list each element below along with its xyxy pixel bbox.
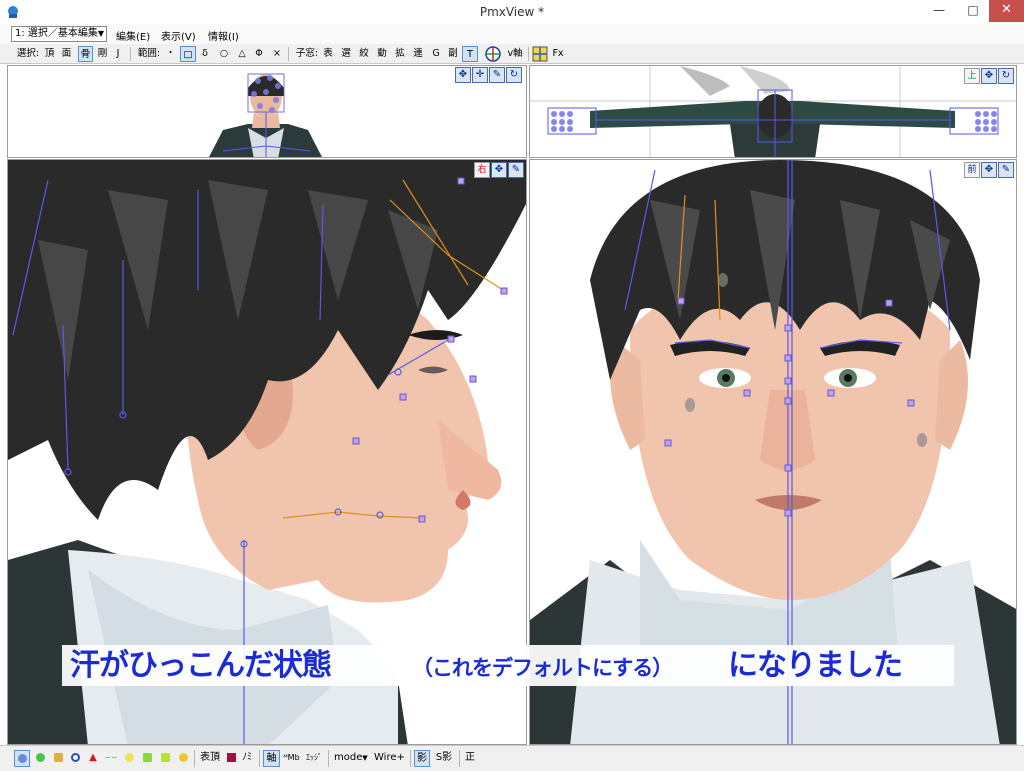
child-filter-button[interactable]: 絞 <box>358 46 370 62</box>
model-top-render <box>530 66 1016 157</box>
status-divider <box>194 750 195 767</box>
v-axis-button[interactable]: v軸 <box>505 46 525 62</box>
self-shadow-button[interactable]: S影 <box>433 750 455 767</box>
close-button[interactable]: ✕ <box>989 0 1024 22</box>
child-window-label: 子窓: <box>295 48 319 59</box>
status-divider <box>328 750 329 767</box>
child-select-button[interactable]: 選 <box>340 46 352 62</box>
select-label: 選択: <box>16 48 40 59</box>
vertex-mode-button[interactable] <box>14 750 30 767</box>
menu-bar: 1: 選択／基本編集 ▼ 編集(E) 表示(V) 情報(I) <box>0 24 1024 44</box>
viewport-controls-back: ✥ ✛ ✎ ↻ <box>455 67 522 83</box>
select-vertex-button[interactable]: 頂 <box>43 46 56 62</box>
caption-end: になりました <box>728 648 903 683</box>
edge-button[interactable]: ｴｯｼﾞ <box>303 750 325 767</box>
axis-gizmo-icon[interactable] <box>485 46 501 62</box>
axis-button[interactable]: 軸 <box>263 750 280 767</box>
child-move-button[interactable]: 動 <box>376 46 388 62</box>
caption-main: 汗がひっこんだ状態 <box>70 648 332 683</box>
viewport-top-left[interactable] <box>7 65 527 158</box>
rotate-icon[interactable]: ↻ <box>998 68 1014 84</box>
model-bust-render <box>209 73 322 157</box>
green-dot-icon[interactable] <box>33 750 47 767</box>
range-rect-button[interactable]: □ <box>180 46 196 62</box>
triangle-icon[interactable]: ▲ <box>86 750 100 767</box>
grid-small-icon[interactable] <box>51 750 65 767</box>
lime-icon[interactable] <box>140 750 154 767</box>
pen-icon[interactable]: ✎ <box>489 67 505 83</box>
status-divider <box>410 750 411 767</box>
correct-button[interactable]: 正 <box>463 750 477 767</box>
move-icon[interactable]: ✥ <box>981 68 997 84</box>
toolbar: 選択: 頂 面 骨 剛 J 範囲: ・ □ δ ○ △ Φ × 子窓: 表 選 … <box>0 44 1024 64</box>
wire-button[interactable]: Wire+ <box>374 750 405 767</box>
target-icon[interactable] <box>68 750 82 767</box>
caption-paren: （これをデフォルトにする） <box>412 656 673 680</box>
rotate-icon[interactable]: ↻ <box>506 67 522 83</box>
status-bar: ▲ ~~ 表頂 ﾉﾐ 軸 ᴹMb ｴｯｼﾞ mode ▼ Wire+ 影 S影 … <box>0 745 1024 771</box>
fx-button[interactable]: Fx <box>551 46 565 62</box>
range-delta-button[interactable]: δ <box>199 46 211 62</box>
color-swatch[interactable] <box>225 750 237 767</box>
select-joint-button[interactable]: J <box>113 46 123 62</box>
pen-icon[interactable]: ✎ <box>998 162 1014 178</box>
toolbar-divider <box>528 47 529 61</box>
child-sub-button[interactable]: 副 <box>447 46 459 62</box>
child-group-button[interactable]: G <box>430 46 442 62</box>
range-point-button[interactable]: ・ <box>165 46 176 62</box>
caption-overlay: 汗がひっこんだ状態 （これをデフォルトにする） になりました <box>62 645 954 686</box>
pen-icon[interactable]: ✎ <box>508 162 524 178</box>
range-phi-button[interactable]: Φ <box>253 46 265 62</box>
mode-select-value: 1: 選択／基本編集 <box>15 28 98 39</box>
view-top-label[interactable]: 上 <box>964 68 980 84</box>
maximize-button[interactable]: □ <box>958 0 988 22</box>
move-icon[interactable]: ✥ <box>981 162 997 178</box>
swirl-icon[interactable] <box>176 750 190 767</box>
viewport-controls-front: 前 ✥ ✎ <box>964 162 1014 178</box>
select-face-button[interactable]: 面 <box>60 46 73 62</box>
move-icon[interactable]: ✥ <box>491 162 507 178</box>
status-divider <box>459 750 460 767</box>
toolbar-divider <box>288 47 289 61</box>
wave-icon[interactable]: ~~ <box>104 750 118 767</box>
title-bar: PmxView * — □ ✕ <box>0 0 1024 24</box>
viewport-top-right[interactable]: 上 ✥ ↻ <box>529 65 1017 158</box>
viewport-controls-top: 上 ✥ ↻ <box>964 68 1014 84</box>
yellow-dot-icon[interactable] <box>122 750 136 767</box>
range-label: 範囲: <box>137 48 161 59</box>
child-link-button[interactable]: 連 <box>412 46 424 62</box>
range-triangle-button[interactable]: △ <box>236 46 248 62</box>
view-right-label[interactable]: 右 <box>474 162 490 178</box>
child-transform-button[interactable]: T <box>462 46 478 62</box>
chevron-down-icon: ▼ <box>97 29 104 38</box>
child-table-button[interactable]: 表 <box>322 46 334 62</box>
lime-bar-icon[interactable] <box>158 750 172 767</box>
range-circle-button[interactable]: ○ <box>218 46 230 62</box>
move-all-icon[interactable]: ✛ <box>472 67 488 83</box>
move-icon[interactable]: ✥ <box>455 67 471 83</box>
view-front-label[interactable]: 前 <box>964 162 980 178</box>
shadow-button[interactable]: 影 <box>414 750 430 767</box>
child-scale-button[interactable]: 拡 <box>394 46 406 62</box>
uv-morph-button[interactable]: ᴹMb <box>283 750 300 767</box>
status-divider <box>259 750 260 767</box>
select-rigid-button[interactable]: 剛 <box>96 46 109 62</box>
no-button[interactable]: ﾉﾐ <box>240 750 254 767</box>
select-bone-button[interactable]: 骨 <box>78 46 93 62</box>
range-cross-button[interactable]: × <box>271 46 283 62</box>
menu-info[interactable]: 情報(I) <box>208 28 239 43</box>
chevron-down-icon[interactable]: ▼ <box>361 750 369 767</box>
window-title: PmxView * <box>479 5 545 19</box>
mode-dropdown[interactable]: mode <box>334 750 362 767</box>
menu-view[interactable]: 表示(V) <box>161 28 196 43</box>
surface-vertex-button[interactable]: 表頂 <box>198 750 222 767</box>
mode-select[interactable]: 1: 選択／基本編集 ▼ <box>11 26 107 42</box>
viewport-controls-side: 右 ✥ ✎ <box>474 162 524 178</box>
toolbar-divider <box>130 47 131 61</box>
menu-edit[interactable]: 編集(E) <box>116 28 150 43</box>
minimize-button[interactable]: — <box>924 0 954 22</box>
grid-icon[interactable] <box>532 46 548 62</box>
